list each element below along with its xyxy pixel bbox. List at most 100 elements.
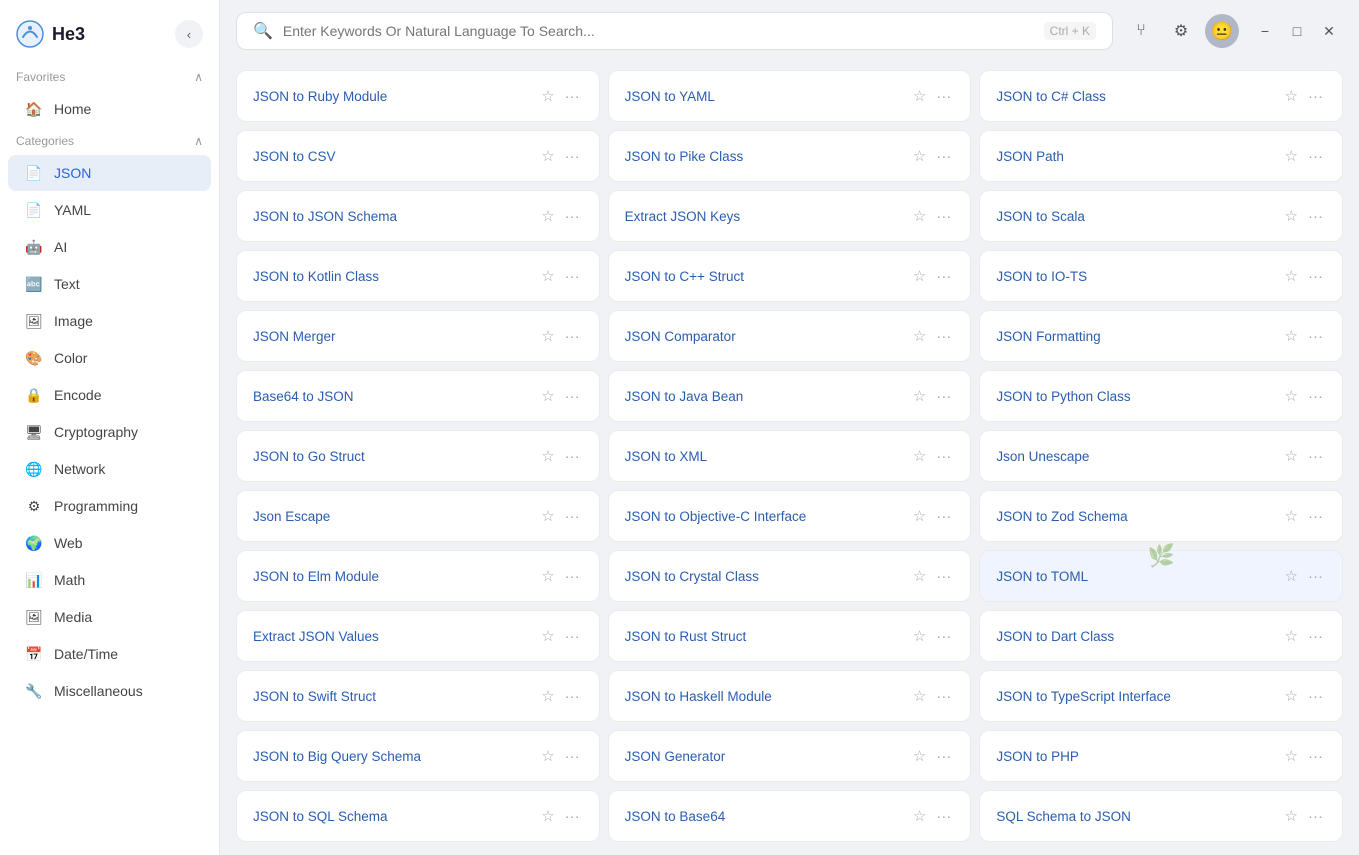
tool-card[interactable]: JSON Merger ☆ ··· [236, 310, 600, 362]
more-button[interactable]: ··· [933, 86, 954, 107]
tool-card[interactable]: JSON to Objective-C Interface ☆ ··· [608, 490, 972, 542]
sidebar-item-network[interactable]: 🌐 Network [8, 451, 211, 487]
star-button[interactable]: ☆ [538, 625, 557, 647]
more-button[interactable]: ··· [562, 266, 583, 287]
favorites-chevron[interactable]: ∧ [194, 70, 203, 84]
tool-card[interactable]: JSON to Java Bean ☆ ··· [608, 370, 972, 422]
tool-card[interactable]: Extract JSON Keys ☆ ··· [608, 190, 972, 242]
more-button[interactable]: ··· [562, 446, 583, 467]
star-button[interactable]: ☆ [910, 265, 929, 287]
star-button[interactable]: ☆ [1282, 805, 1301, 827]
share-button[interactable]: ⑂ [1125, 15, 1157, 47]
star-button[interactable]: ☆ [910, 205, 929, 227]
sidebar-item-math[interactable]: 📊 Math [8, 562, 211, 598]
star-button[interactable]: ☆ [538, 265, 557, 287]
star-button[interactable]: ☆ [538, 145, 557, 167]
sidebar-item-datetime[interactable]: 📅 Date/Time [8, 636, 211, 672]
tool-card[interactable]: JSON to Ruby Module ☆ ··· [236, 70, 600, 122]
star-button[interactable]: ☆ [910, 505, 929, 527]
tool-card[interactable]: SQL Schema to JSON ☆ ··· [979, 790, 1343, 842]
more-button[interactable]: ··· [933, 326, 954, 347]
more-button[interactable]: ··· [562, 686, 583, 707]
sidebar-item-ai[interactable]: 🤖 AI [8, 229, 211, 265]
star-button[interactable]: ☆ [538, 85, 557, 107]
sidebar-item-miscellaneous[interactable]: 🔧 Miscellaneous [8, 673, 211, 709]
more-button[interactable]: ··· [933, 206, 954, 227]
sidebar-item-image[interactable]: 🖼 Image [8, 303, 211, 339]
star-button[interactable]: ☆ [1282, 685, 1301, 707]
sidebar-item-json[interactable]: 📄 JSON [8, 155, 211, 191]
tool-card[interactable]: JSON to IO-TS ☆ ··· [979, 250, 1343, 302]
star-button[interactable]: ☆ [538, 385, 557, 407]
star-button[interactable]: ☆ [910, 325, 929, 347]
tool-card[interactable]: JSON to PHP ☆ ··· [979, 730, 1343, 782]
maximize-button[interactable]: □ [1283, 17, 1311, 45]
more-button[interactable]: ··· [1305, 566, 1326, 587]
tool-card[interactable]: JSON to Kotlin Class ☆ ··· [236, 250, 600, 302]
tool-card[interactable]: JSON to C# Class ☆ ··· [979, 70, 1343, 122]
more-button[interactable]: ··· [1305, 326, 1326, 347]
tool-card[interactable]: JSON to Pike Class ☆ ··· [608, 130, 972, 182]
more-button[interactable]: ··· [933, 446, 954, 467]
more-button[interactable]: ··· [562, 326, 583, 347]
more-button[interactable]: ··· [562, 506, 583, 527]
tool-card[interactable]: JSON to Crystal Class ☆ ··· [608, 550, 972, 602]
sidebar-item-cryptography[interactable]: 🖥 Cryptography [8, 414, 211, 450]
tool-card[interactable]: JSON to YAML ☆ ··· [608, 70, 972, 122]
tool-card[interactable]: JSON Comparator ☆ ··· [608, 310, 972, 362]
more-button[interactable]: ··· [1305, 626, 1326, 647]
tool-card[interactable]: JSON Formatting ☆ ··· [979, 310, 1343, 362]
more-button[interactable]: ··· [1305, 266, 1326, 287]
more-button[interactable]: ··· [933, 506, 954, 527]
star-button[interactable]: ☆ [538, 805, 557, 827]
star-button[interactable]: ☆ [910, 445, 929, 467]
tool-card[interactable]: JSON to CSV ☆ ··· [236, 130, 600, 182]
tool-card[interactable]: JSON to JSON Schema ☆ ··· [236, 190, 600, 242]
tool-card[interactable]: JSON to Swift Struct ☆ ··· [236, 670, 600, 722]
star-button[interactable]: ☆ [538, 685, 557, 707]
more-button[interactable]: ··· [1305, 146, 1326, 167]
more-button[interactable]: ··· [933, 146, 954, 167]
star-button[interactable]: ☆ [1282, 385, 1301, 407]
categories-chevron[interactable]: ∧ [194, 134, 203, 148]
sidebar-item-color[interactable]: 🎨 Color [8, 340, 211, 376]
star-button[interactable]: ☆ [1282, 85, 1301, 107]
star-button[interactable]: ☆ [538, 205, 557, 227]
tool-card[interactable]: JSON to Dart Class ☆ ··· [979, 610, 1343, 662]
tool-card[interactable]: JSON Generator ☆ ··· [608, 730, 972, 782]
more-button[interactable]: ··· [562, 746, 583, 767]
tool-card[interactable]: JSON to SQL Schema ☆ ··· [236, 790, 600, 842]
tool-card[interactable]: JSON to Scala ☆ ··· [979, 190, 1343, 242]
star-button[interactable]: ☆ [1282, 145, 1301, 167]
more-button[interactable]: ··· [933, 686, 954, 707]
more-button[interactable]: ··· [933, 566, 954, 587]
tool-card[interactable]: JSON to TOML ☆ ··· 🌿 [979, 550, 1343, 602]
more-button[interactable]: ··· [562, 626, 583, 647]
star-button[interactable]: ☆ [1282, 565, 1301, 587]
more-button[interactable]: ··· [933, 386, 954, 407]
tool-card[interactable]: Json Unescape ☆ ··· [979, 430, 1343, 482]
star-button[interactable]: ☆ [910, 385, 929, 407]
star-button[interactable]: ☆ [538, 505, 557, 527]
more-button[interactable]: ··· [562, 566, 583, 587]
more-button[interactable]: ··· [933, 746, 954, 767]
sidebar-item-yaml[interactable]: 📄 YAML [8, 192, 211, 228]
search-bar[interactable]: 🔍 Ctrl + K [236, 12, 1113, 50]
sidebar-item-programming[interactable]: ⚙ Programming [8, 488, 211, 524]
more-button[interactable]: ··· [1305, 746, 1326, 767]
more-button[interactable]: ··· [933, 626, 954, 647]
tool-card[interactable]: JSON to Python Class ☆ ··· [979, 370, 1343, 422]
search-input[interactable] [283, 23, 1034, 39]
more-button[interactable]: ··· [562, 386, 583, 407]
more-button[interactable]: ··· [1305, 446, 1326, 467]
tool-card[interactable]: JSON to Big Query Schema ☆ ··· [236, 730, 600, 782]
star-button[interactable]: ☆ [538, 745, 557, 767]
sidebar-item-encode[interactable]: 🔒 Encode [8, 377, 211, 413]
sidebar-item-media[interactable]: 🖼 Media [8, 599, 211, 635]
more-button[interactable]: ··· [1305, 686, 1326, 707]
tool-card[interactable]: JSON to C++ Struct ☆ ··· [608, 250, 972, 302]
star-button[interactable]: ☆ [910, 805, 929, 827]
tool-card[interactable]: Base64 to JSON ☆ ··· [236, 370, 600, 422]
sidebar-item-text[interactable]: 🔤 Text [8, 266, 211, 302]
settings-button[interactable]: ⚙ [1165, 15, 1197, 47]
